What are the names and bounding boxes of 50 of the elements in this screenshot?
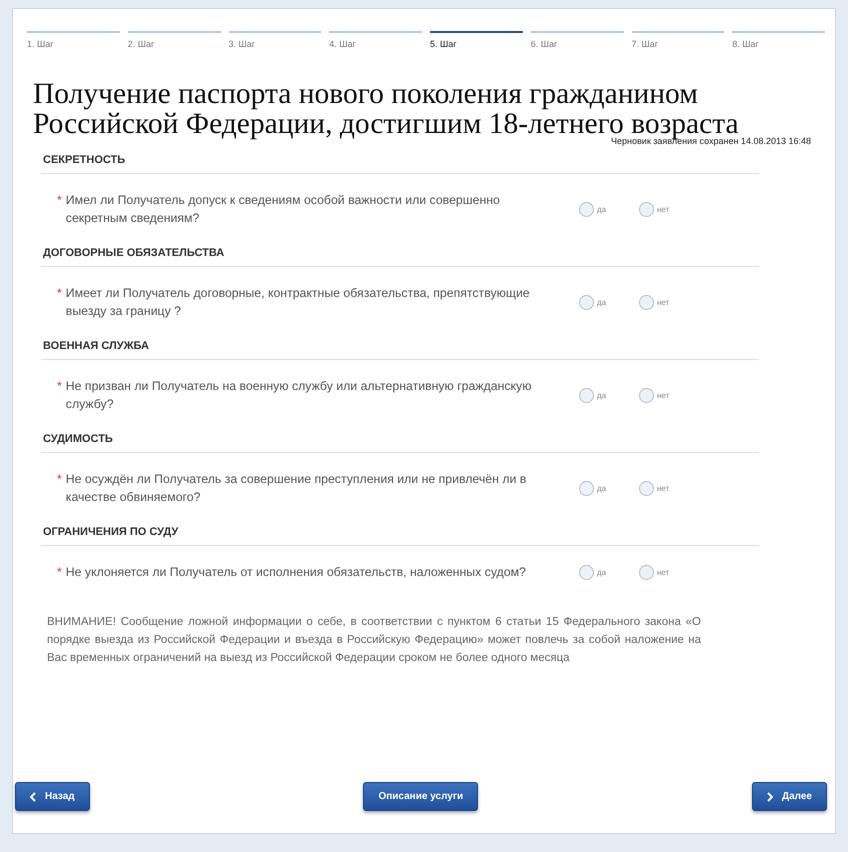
required-mark: *	[57, 564, 62, 581]
radio-button[interactable]	[579, 388, 594, 402]
page-title: Получение паспорта нового поколения гражданином Российской Федерации, достигшим 18-летнего возраста	[33, 79, 740, 139]
chevron-left-icon	[30, 792, 36, 802]
option-label: да	[597, 390, 606, 400]
option-label: да	[597, 204, 606, 214]
option-label: нет	[657, 568, 670, 576]
option-label: нет	[657, 204, 670, 214]
chevron-right-icon	[766, 792, 773, 802]
next-button[interactable]: Далее	[752, 782, 827, 811]
step-tab[interactable]: 2. Шаг	[128, 31, 220, 49]
option-label: нет	[657, 484, 670, 492]
required-mark: *	[57, 378, 62, 395]
radio-button[interactable]	[579, 202, 594, 216]
step-tab[interactable]: 3. Шаг	[228, 31, 322, 49]
step-tab[interactable]: 6. Шаг	[530, 31, 624, 49]
option-label: да	[597, 298, 606, 306]
radio-button[interactable]	[639, 480, 654, 496]
option-label: нет	[657, 298, 670, 306]
radio-button[interactable]	[579, 294, 594, 310]
radio-button[interactable]	[639, 564, 654, 580]
section-heading: ОГРАНИЧЕНИЯ ПО СУДУ	[41, 526, 759, 546]
step-tab[interactable]: 1. Шаг	[27, 31, 120, 49]
required-mark: *	[57, 285, 62, 302]
required-mark: *	[57, 192, 62, 209]
section-heading: ДОГОВОРНЫЕ ОБЯЗАТЕЛЬСТВА	[41, 247, 759, 267]
question-text: Не осуждён ли Получатель за совершение преступления или не привлечён ли в качестве обвиняемого?	[66, 471, 528, 506]
step-tab[interactable]: 7. Шаг	[632, 31, 724, 49]
radio-button[interactable]	[579, 564, 594, 580]
step-tab[interactable]: 5. Шаг	[430, 31, 523, 49]
back-button[interactable]: Назад	[15, 782, 90, 811]
option-label: нет	[657, 390, 670, 400]
service-description-button[interactable]: Описание услуги	[363, 782, 478, 811]
section-heading: СЕКРЕТНОСТЬ	[41, 154, 759, 174]
radio-button[interactable]	[639, 202, 654, 216]
step-tab[interactable]: 8. Шаг	[732, 31, 825, 49]
question-text: Имеет ли Получатель договорные, контрактные обязательства, препятствующие выезду за границу ?	[66, 285, 531, 320]
question-text: Имел ли Получатель допуск к сведениям особой важности или совершенно секретным сведениям?	[66, 192, 501, 227]
option-label: да	[597, 568, 606, 576]
radio-button[interactable]	[639, 388, 654, 402]
radio-button[interactable]	[639, 294, 654, 310]
question-text: Не призван ли Получатель на военную службу или альтернативную гражданскую службу?	[66, 378, 532, 413]
section-heading: ВОЕННАЯ СЛУЖБА	[41, 340, 759, 360]
warning-text: ВНИМАНИЕ! Сообщение ложной информации о себе, в соответствии с пунктом 6 статьи 15 Федерального закона «О порядке выезда из Российской Федерации и въезда в Российскую Федерацию» может повлечь за собой наложение на Вас временных ограничений на выезд из Российской Федерации сроком не более одного месяца	[47, 615, 701, 666]
option-label: да	[597, 484, 606, 492]
step-tab[interactable]: 4. Шаг	[329, 31, 422, 49]
section-heading: СУДИМОСТЬ	[41, 433, 759, 453]
required-mark: *	[57, 471, 62, 488]
radio-button[interactable]	[579, 480, 594, 496]
question-text: Не уклоняется ли Получатель от исполнения обязательств, наложенных судом?	[66, 564, 526, 581]
